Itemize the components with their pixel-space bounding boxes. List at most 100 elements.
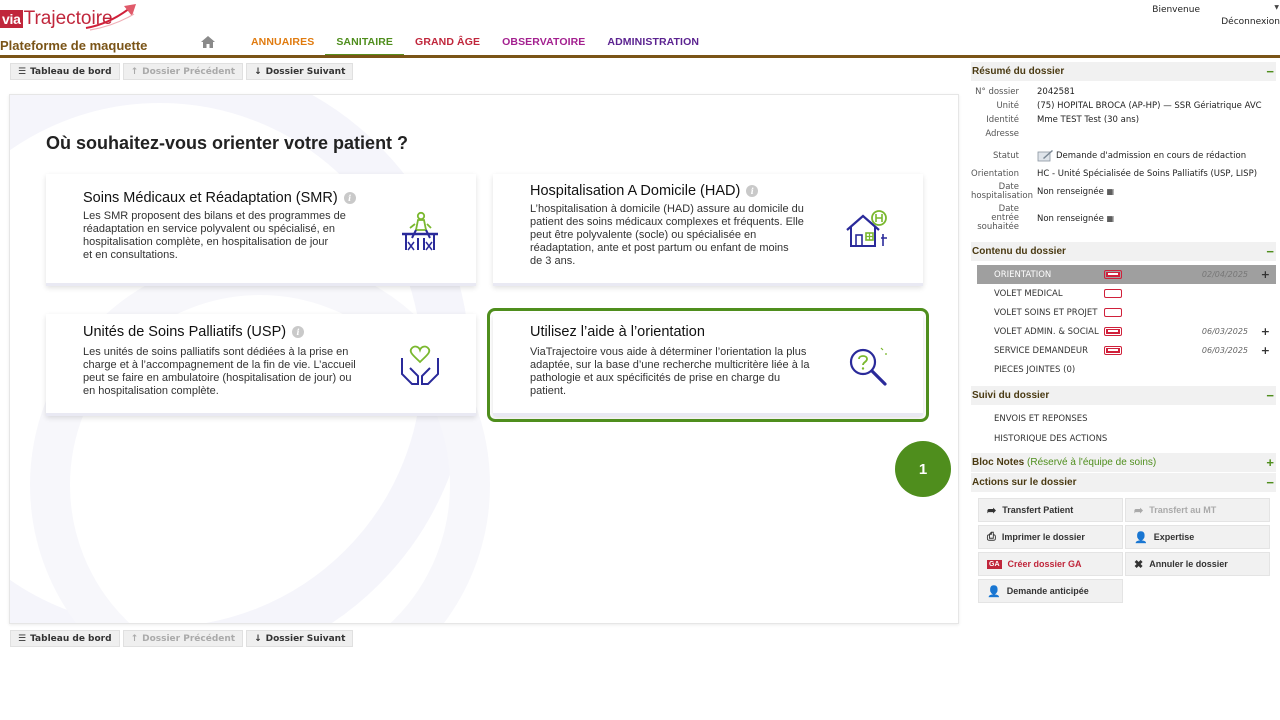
card-had-description: L’hospitalisation à domicile (HAD) assur… [530, 203, 804, 268]
welcome-text: Bienvenue [1152, 5, 1200, 15]
next-dossier-label: Dossier Suivant [265, 66, 346, 77]
card-had-desc-line: réadaptation, ante et post partum ou enf… [530, 242, 789, 254]
contents-item-label: VOLET ADMIN. & SOCIAL [994, 326, 1099, 337]
summary-row: N° dossier 2042581 [971, 85, 1276, 99]
pencil-document-icon [1037, 150, 1053, 162]
user-gear-icon: 👤 [987, 585, 1001, 598]
anticipated-label: Demande anticipée [1006, 586, 1089, 596]
notes-header[interactable]: Bloc Notes (Réservé à l'équipe de soins)… [971, 453, 1276, 472]
viatrajectoire-logo[interactable]: via Trajectoire [0, 4, 136, 32]
followup-item-historique[interactable]: HISTORIQUE DES ACTIONS [977, 429, 1276, 449]
completion-battery-icon [1104, 346, 1122, 355]
contents-item-orientation[interactable]: ORIENTATION 02/04/2025 + [977, 265, 1276, 284]
previous-dossier-button[interactable]: ↑ Dossier Précédent [122, 630, 244, 647]
nav-administration[interactable]: ADMINISTRATION [596, 36, 710, 57]
top-toolbar: ☰ Tableau de bord ↑ Dossier Précédent ↓ … [10, 63, 354, 80]
card-orientation-help-title: Utilisez l’aide à l’orientation [530, 324, 705, 340]
cancel-dossier-button[interactable]: ✖ Annuler le dossier [1125, 552, 1270, 576]
summary-label: N° dossier [975, 87, 1019, 97]
logo-swoosh-icon [85, 4, 136, 31]
card-orientation-desc-line: pathologie et aux spécificités de prise … [530, 372, 781, 384]
nav-sanitaire[interactable]: SANITAIRE [325, 36, 405, 57]
card-smr-title: Soins Médicaux et Réadaptation (SMR) i [83, 190, 356, 206]
card-smr-desc-line: hospitalisation complète, en hospitalisa… [83, 236, 329, 248]
card-orientation-help[interactable]: Utilisez l’aide à l’orientation ViaTraje… [487, 308, 929, 422]
entry-date-text: Non renseignée [1037, 213, 1104, 224]
hospitalisation-date-text: Non renseignée [1037, 187, 1104, 197]
dashboard-button[interactable]: ☰ Tableau de bord [10, 630, 120, 647]
card-usp-title-text: Unités de Soins Palliatifs (USP) [83, 324, 287, 340]
platform-title: Plateforme de maquette [0, 38, 148, 53]
next-dossier-button[interactable]: ↓ Dossier Suivant [246, 63, 354, 80]
summary-row: Date entrée souhaitée Non renseignée ▦ [971, 203, 1276, 234]
nav-grand-age[interactable]: GRAND ÂGE [404, 36, 491, 57]
user-menu-caret-icon[interactable]: ▼ [1274, 4, 1279, 11]
card-usp-desc-line: charge et à l’accompagnement de la fin d… [83, 359, 356, 371]
card-smr-desc-line: réadaptation en service polyvalent ou sp… [83, 223, 335, 235]
expand-icon[interactable]: + [1266, 455, 1274, 470]
actions-header[interactable]: Actions sur le dossier − [971, 473, 1276, 492]
header-divider [0, 55, 1280, 58]
home-icon[interactable] [200, 35, 216, 49]
info-icon[interactable]: i [343, 192, 356, 204]
card-usp[interactable]: Unités de Soins Palliatifs (USP) i Les u… [46, 314, 476, 416]
bottom-toolbar: ☰ Tableau de bord ↑ Dossier Précédent ↓ … [10, 630, 354, 647]
card-had-title-text: Hospitalisation A Domicile (HAD) [530, 183, 741, 199]
previous-dossier-button[interactable]: ↑ Dossier Précédent [122, 63, 244, 80]
calendar-icon[interactable]: ▦ [1107, 214, 1115, 223]
card-usp-description: Les unités de soins palliatifs sont dédi… [83, 346, 356, 398]
summary-label: Date hospitalisation [971, 182, 1033, 201]
expand-plus-icon[interactable]: + [1261, 268, 1270, 281]
info-icon[interactable]: i [292, 326, 305, 338]
contents-item-label: ORIENTATION [994, 269, 1052, 280]
contents-item-label: VOLET SOINS ET PROJET [994, 307, 1098, 318]
dashboard-button[interactable]: ☰ Tableau de bord [10, 63, 120, 80]
collapse-icon[interactable]: − [1266, 244, 1274, 259]
expand-plus-icon[interactable]: + [1261, 344, 1270, 357]
contents-item-volet-medical[interactable]: VOLET MEDICAL [977, 284, 1276, 303]
collapse-icon[interactable]: − [1266, 388, 1274, 403]
collapse-icon[interactable]: − [1266, 475, 1274, 490]
nav-observatoire[interactable]: OBSERVATOIRE [491, 36, 596, 57]
card-orientation-help-description: ViaTrajectoire vous aide à déterminer l’… [530, 346, 809, 398]
contents-header[interactable]: Contenu du dossier − [971, 242, 1276, 261]
summary-value: Demande d'admission en cours de rédactio… [1037, 149, 1276, 162]
actions-title: Actions sur le dossier [972, 477, 1077, 488]
nav-annuaires[interactable]: ANNUAIRES [240, 36, 325, 57]
contents-item-volet-admin[interactable]: VOLET ADMIN. & SOCIAL 06/03/2025 + [977, 322, 1276, 341]
logout-link[interactable]: Déconnexion [1221, 17, 1280, 27]
card-smr[interactable]: Soins Médicaux et Réadaptation (SMR) i L… [46, 174, 476, 286]
create-ga-dossier-button[interactable]: GA Créer dossier GA [978, 552, 1123, 576]
expertise-button[interactable]: 👤 Expertise [1125, 525, 1270, 549]
contents-item-volet-soins[interactable]: VOLET SOINS ET PROJET [977, 303, 1276, 322]
dashboard-label: Tableau de bord [30, 633, 112, 644]
print-label: Imprimer le dossier [1001, 532, 1085, 542]
card-smr-desc-line: et en consultations. [83, 249, 178, 261]
card-orientation-desc-line: adaptée, sur la base d’une recherche mul… [530, 359, 810, 371]
orientation-panel: Où souhaitez-vous orienter votre patient… [9, 94, 959, 624]
print-dossier-button[interactable]: ⎙ Imprimer le dossier [978, 525, 1123, 549]
followup-header[interactable]: Suivi du dossier − [971, 386, 1276, 405]
next-dossier-button[interactable]: ↓ Dossier Suivant [246, 630, 354, 647]
anticipated-request-button[interactable]: 👤 Demande anticipée [978, 579, 1123, 603]
list-icon: ☰ [18, 66, 27, 77]
calendar-icon[interactable]: ▦ [1107, 187, 1115, 196]
notes-subtitle: (Réservé à l'équipe de soins) [1027, 457, 1157, 468]
contents-item-service-demandeur[interactable]: SERVICE DEMANDEUR 06/03/2025 + [977, 341, 1276, 360]
transfer-patient-label: Transfert Patient [1002, 505, 1074, 515]
card-had[interactable]: Hospitalisation A Domicile (HAD) i L’hos… [493, 174, 923, 286]
collapse-icon[interactable]: − [1266, 64, 1274, 79]
followup-item-envois[interactable]: ENVOIS ET REPONSES [977, 409, 1276, 429]
attachments-link[interactable]: PIECES JOINTES (0) [977, 360, 1276, 380]
transfer-patient-button[interactable]: ➦ Transfert Patient [978, 498, 1123, 522]
summary-header[interactable]: Résumé du dossier − [971, 62, 1276, 81]
previous-dossier-label: Dossier Précédent [142, 66, 236, 77]
arrow-down-icon: ↓ [254, 66, 262, 77]
info-icon[interactable]: i [746, 185, 759, 197]
contents-item-label: VOLET MEDICAL [994, 288, 1063, 299]
expertise-label: Expertise [1153, 532, 1195, 542]
expand-plus-icon[interactable]: + [1261, 325, 1270, 338]
card-had-title: Hospitalisation A Domicile (HAD) i [530, 183, 759, 199]
transfer-mt-button[interactable]: ➦ Transfert au MT [1125, 498, 1270, 522]
arrow-down-icon: ↓ [254, 633, 262, 644]
